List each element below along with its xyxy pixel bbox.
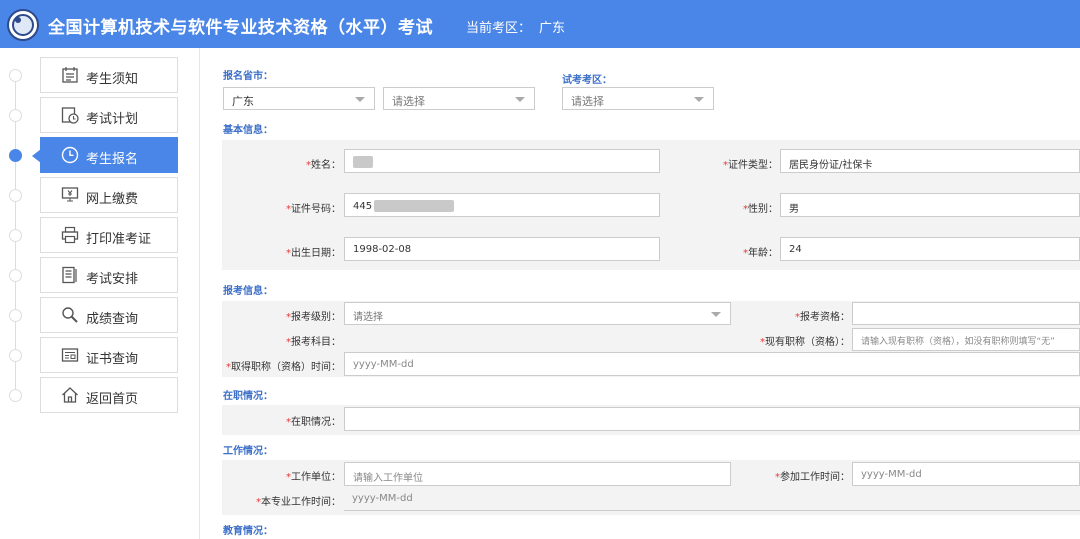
employment-status-field[interactable] <box>344 407 1080 431</box>
province-label: 报名省市： <box>223 71 273 82</box>
apply-qualification-label: *报考资格： <box>795 312 850 323</box>
exam-area-label: 试考考区： <box>562 75 612 86</box>
name-label: *姓名： <box>306 160 341 171</box>
sidebar-item-label: 成绩查询 <box>86 312 139 327</box>
birth-date-field[interactable]: 1998-02-08 <box>344 237 660 261</box>
notice-icon <box>62 67 78 83</box>
chevron-down-icon <box>711 312 721 317</box>
apply-level-select[interactable]: 请选择 <box>344 302 731 325</box>
sidebar-item-label: 考试安排 <box>86 272 139 287</box>
magnifier-icon <box>62 307 78 323</box>
sidebar-item-register[interactable]: 考生报名 <box>32 137 178 173</box>
printer-icon <box>61 226 79 244</box>
age-label: *年龄： <box>743 248 778 259</box>
chevron-down-icon <box>694 97 704 102</box>
sidebar-item-label: 网上缴费 <box>86 192 139 207</box>
step-dot <box>9 269 22 282</box>
step-dot <box>9 109 22 122</box>
title-obtained-time-label: *取得职称（资格）时间： <box>226 362 341 373</box>
sidebar-item-label: 返回首页 <box>86 392 139 407</box>
step-dot <box>9 309 22 322</box>
birth-date-label: *出生日期： <box>286 248 341 259</box>
section-work: 工作情况： <box>223 446 273 457</box>
step-dot <box>9 229 22 242</box>
region-value: 广东 <box>539 21 566 36</box>
work-start-field[interactable]: yyyy-MM-dd <box>852 462 1080 486</box>
step-dot <box>9 389 22 402</box>
gender-field[interactable]: 男 <box>780 193 1080 217</box>
sidebar-item-plan[interactable]: 考试计划 <box>40 97 178 133</box>
section-basic-info: 基本信息： <box>223 125 273 136</box>
region-label: 当前考区： <box>466 21 532 36</box>
calendar-clock-icon <box>61 107 79 124</box>
major-work-time-field[interactable]: yyyy-MM-dd <box>344 487 1080 511</box>
title-obtained-time-field[interactable]: yyyy-MM-dd <box>344 352 1080 376</box>
work-unit-field[interactable]: 请输入工作单位 <box>344 462 731 486</box>
city-select[interactable]: 请选择 <box>383 87 535 110</box>
id-number-field[interactable]: 445 <box>344 193 660 217</box>
payment-icon <box>61 187 79 202</box>
sidebar-item-label: 打印准考证 <box>86 232 152 247</box>
province-select[interactable]: 广东 <box>223 87 375 110</box>
id-type-field[interactable]: 居民身份证/社保卡 <box>780 149 1080 173</box>
sidebar-item-print-admission[interactable]: 打印准考证 <box>40 217 178 253</box>
name-field[interactable] <box>344 149 660 173</box>
site-title: 全国计算机技术与软件专业技术资格（水平）考试 <box>48 18 433 38</box>
sidebar-item-label: 考试计划 <box>86 112 139 127</box>
gender-label: *性别： <box>743 204 778 215</box>
sidebar-item-label: 考生报名 <box>86 152 139 167</box>
work-start-label: *参加工作时间： <box>775 472 850 483</box>
age-field[interactable]: 24 <box>780 237 1080 261</box>
work-unit-label: *工作单位： <box>286 472 341 483</box>
current-region: 当前考区： 广东 <box>466 17 565 36</box>
apply-subject-label: *报考科目： <box>286 337 341 348</box>
sidebar-item-home[interactable]: 返回首页 <box>40 377 178 413</box>
current-title-label: *现有职称（资格）： <box>760 337 850 348</box>
section-apply-info: 报考信息： <box>223 286 273 297</box>
step-dot <box>9 189 22 202</box>
section-education: 教育情况： <box>223 526 273 537</box>
apply-level-label: *报考级别： <box>286 312 341 323</box>
step-dot <box>9 349 22 362</box>
sidebar: 考生须知 考试计划 考生报名 网上缴费 打印准考证 考试安排 成绩查询 证书查询… <box>0 48 200 539</box>
registration-form: 报名省市： 广东 请选择 试考考区： 请选择 基本信息： *姓名： *证件类型：… <box>200 48 1080 539</box>
document-list-icon <box>62 266 77 284</box>
sidebar-item-label: 考生须知 <box>86 72 139 87</box>
home-icon <box>62 387 78 403</box>
sidebar-item-scores[interactable]: 成绩查询 <box>40 297 178 333</box>
step-dot-active <box>9 149 22 162</box>
chevron-down-icon <box>515 97 525 102</box>
sidebar-item-payment[interactable]: 网上缴费 <box>40 177 178 213</box>
section-employment: 在职情况： <box>223 391 273 402</box>
sidebar-item-notice[interactable]: 考生须知 <box>40 57 178 93</box>
apply-qualification-field[interactable] <box>852 302 1080 325</box>
step-dot <box>9 69 22 82</box>
chevron-down-icon <box>355 97 365 102</box>
exam-logo-icon <box>7 9 39 41</box>
employment-status-label: *在职情况： <box>286 417 341 428</box>
clock-icon <box>61 146 79 164</box>
sidebar-item-label: 证书查询 <box>86 352 139 367</box>
major-work-time-label: *本专业工作时间： <box>256 497 341 508</box>
id-type-label: *证件类型： <box>723 160 778 171</box>
sidebar-item-schedule[interactable]: 考试安排 <box>40 257 178 293</box>
id-number-label: *证件号码： <box>286 204 341 215</box>
top-header: 全国计算机技术与软件专业技术资格（水平）考试 当前考区： 广东 <box>0 0 1080 48</box>
current-title-field[interactable]: 请输入现有职称（资格），如没有职称则填写“无” <box>852 328 1080 351</box>
exam-area-select[interactable]: 请选择 <box>562 87 714 110</box>
sidebar-item-certificate[interactable]: 证书查询 <box>40 337 178 373</box>
certificate-icon <box>61 348 79 362</box>
